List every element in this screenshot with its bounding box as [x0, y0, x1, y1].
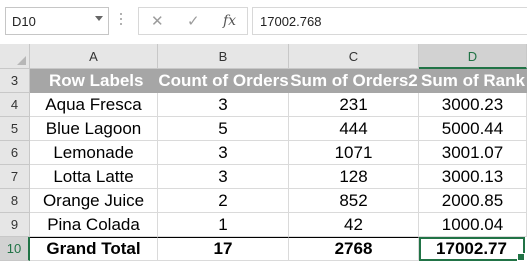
cell-sum-rank[interactable]: 3000.23 [419, 93, 527, 117]
fill-handle[interactable] [517, 253, 525, 261]
row-header-6[interactable]: 6 [0, 141, 30, 165]
cell-sum-orders[interactable]: 42 [289, 213, 419, 237]
name-box-value: D10 [12, 14, 36, 29]
pivot-header-sum-of-orders2[interactable]: Sum of Orders2 [289, 69, 419, 93]
row-header-7[interactable]: 7 [0, 165, 30, 189]
grand-total-label[interactable]: Grand Total [30, 237, 158, 261]
cancel-icon[interactable]: ✕ [151, 12, 164, 30]
formula-input[interactable]: 17002.768 [252, 7, 527, 35]
cell-row-label[interactable]: Pina Colada [30, 213, 158, 237]
cell-count[interactable]: 2 [158, 189, 289, 213]
cell-row-label[interactable]: Blue Lagoon [30, 117, 158, 141]
splitter-handle[interactable] [119, 13, 123, 29]
row-header-5[interactable]: 5 [0, 117, 30, 141]
cell-sum-orders[interactable]: 852 [289, 189, 419, 213]
cell-count[interactable]: 3 [158, 141, 289, 165]
cell-count[interactable]: 1 [158, 213, 289, 237]
formula-value: 17002.768 [260, 14, 322, 29]
column-header-a[interactable]: A [30, 44, 158, 69]
cell-row-label[interactable]: Lotta Latte [30, 165, 158, 189]
grand-total-sum-orders[interactable]: 2768 [289, 237, 419, 261]
row-header-10[interactable]: 10 [0, 237, 30, 261]
enter-icon[interactable]: ✓ [187, 12, 200, 30]
cell-row-label[interactable]: Lemonade [30, 141, 158, 165]
formula-bar-area: D10 ✕ ✓ fx 17002.768 [0, 0, 527, 44]
cell-sum-orders[interactable]: 128 [289, 165, 419, 189]
cell-sum-rank[interactable]: 1000.04 [419, 213, 527, 237]
spreadsheet-grid: A B C D 3 4 5 6 7 8 9 10 Row Labels Coun… [0, 44, 527, 261]
cell-sum-rank[interactable]: 5000.44 [419, 117, 527, 141]
grand-total-count[interactable]: 17 [158, 237, 289, 261]
row-header-3[interactable]: 3 [0, 69, 30, 93]
cell-sum-orders[interactable]: 1071 [289, 141, 419, 165]
pivot-header-row-labels[interactable]: Row Labels [30, 69, 158, 93]
grand-total-sum-rank-selected[interactable]: 17002.77 [419, 237, 525, 261]
pivot-header-sum-of-rank[interactable]: Sum of Rank [419, 69, 527, 93]
cell-sum-orders[interactable]: 231 [289, 93, 419, 117]
cell-row-label[interactable]: Aqua Fresca [30, 93, 158, 117]
cell-row-label[interactable]: Orange Juice [30, 189, 158, 213]
row-header-9[interactable]: 9 [0, 213, 30, 237]
row-header-8[interactable]: 8 [0, 189, 30, 213]
formula-buttons: ✕ ✓ fx [138, 7, 248, 35]
cell-sum-rank[interactable]: 3000.13 [419, 165, 527, 189]
name-box[interactable]: D10 [5, 7, 109, 35]
cell-count[interactable]: 5 [158, 117, 289, 141]
pivot-header-count-of-orders[interactable]: Count of Orders [158, 69, 289, 93]
cell-sum-rank[interactable]: 2000.85 [419, 189, 527, 213]
column-header-d[interactable]: D [419, 44, 527, 69]
column-header-c[interactable]: C [289, 44, 419, 69]
column-header-b[interactable]: B [158, 44, 289, 69]
select-all-corner[interactable] [0, 44, 30, 69]
cell-count[interactable]: 3 [158, 93, 289, 117]
cell-sum-rank[interactable]: 3001.07 [419, 141, 527, 165]
dropdown-arrow-icon[interactable] [95, 16, 103, 21]
cell-sum-orders[interactable]: 444 [289, 117, 419, 141]
row-header-4[interactable]: 4 [0, 93, 30, 117]
pivot-header-label: Row Labels [49, 71, 144, 90]
cell-count[interactable]: 3 [158, 165, 289, 189]
fx-icon[interactable]: fx [223, 13, 236, 29]
